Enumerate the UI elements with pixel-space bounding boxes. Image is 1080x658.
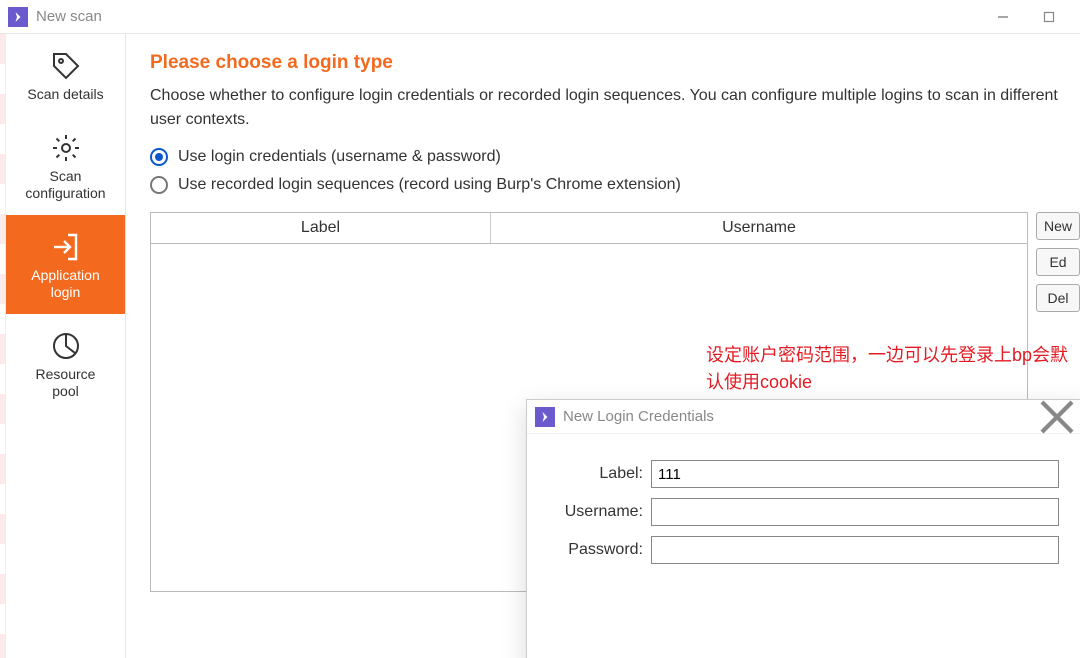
tag-icon: [50, 50, 82, 82]
radio-icon: [150, 148, 168, 166]
radio-label: Use recorded login sequences (record usi…: [178, 176, 681, 194]
password-input[interactable]: [651, 536, 1059, 564]
dialog-title: New Login Credentials: [563, 408, 714, 425]
table-header-username: Username: [491, 213, 1027, 243]
app-icon: [8, 7, 28, 27]
radio-option-recorded[interactable]: Use recorded login sequences (record usi…: [150, 176, 1080, 194]
pie-icon: [50, 330, 82, 362]
label-input[interactable]: [651, 460, 1059, 488]
username-input[interactable]: [651, 498, 1059, 526]
delete-button[interactable]: Del: [1036, 284, 1080, 312]
sidebar-item-label: Resource pool: [36, 366, 96, 401]
body: Scan details Scan configuration Applicat…: [0, 34, 1080, 658]
dialog-form: Label: Username: Password:: [527, 434, 1080, 600]
gear-icon: [50, 132, 82, 164]
annotation-text: 设定账户密码范围，一边可以先登录上bp会默认使用cookie: [706, 342, 1080, 396]
table-header-row: Label Username: [151, 213, 1027, 244]
sidebar-item-label: Scan configuration: [25, 168, 105, 203]
form-row-username: Username:: [551, 498, 1059, 526]
sidebar-item-application-login[interactable]: Application login: [6, 215, 125, 314]
field-label: Username:: [551, 503, 643, 521]
table-header-label: Label: [151, 213, 491, 243]
sidebar-item-label: Application login: [31, 267, 100, 302]
field-label: Label:: [551, 465, 643, 483]
window-title: New scan: [36, 8, 102, 25]
form-row-label: Label:: [551, 460, 1059, 488]
sidebar-item-scan-configuration[interactable]: Scan configuration: [6, 116, 125, 215]
dialog-titlebar: New Login Credentials: [527, 400, 1080, 434]
page-heading: Please choose a login type: [150, 52, 1080, 74]
window-titlebar: New scan: [0, 0, 1080, 34]
sidebar-item-label: Scan details: [27, 86, 103, 104]
radio-option-credentials[interactable]: Use login credentials (username & passwo…: [150, 148, 1080, 166]
edit-button[interactable]: Ed: [1036, 248, 1080, 276]
radio-label: Use login credentials (username & passwo…: [178, 148, 501, 166]
maximize-button[interactable]: [1026, 1, 1072, 33]
radio-icon: [150, 176, 168, 194]
field-label: Password:: [551, 541, 643, 559]
app-icon: [535, 407, 555, 427]
form-row-password: Password:: [551, 536, 1059, 564]
main-content: Please choose a login type Choose whethe…: [126, 34, 1080, 658]
page-description: Choose whether to configure login creden…: [150, 84, 1080, 132]
sidebar-item-scan-details[interactable]: Scan details: [6, 34, 125, 116]
login-icon: [50, 231, 82, 263]
minimize-button[interactable]: [980, 1, 1026, 33]
new-login-dialog: New Login Credentials Label: Username: P…: [526, 399, 1080, 658]
sidebar-item-resource-pool[interactable]: Resource pool: [6, 314, 125, 413]
sidebar: Scan details Scan configuration Applicat…: [6, 34, 126, 658]
dialog-close-button[interactable]: [1039, 402, 1075, 432]
new-button[interactable]: New: [1036, 212, 1080, 240]
